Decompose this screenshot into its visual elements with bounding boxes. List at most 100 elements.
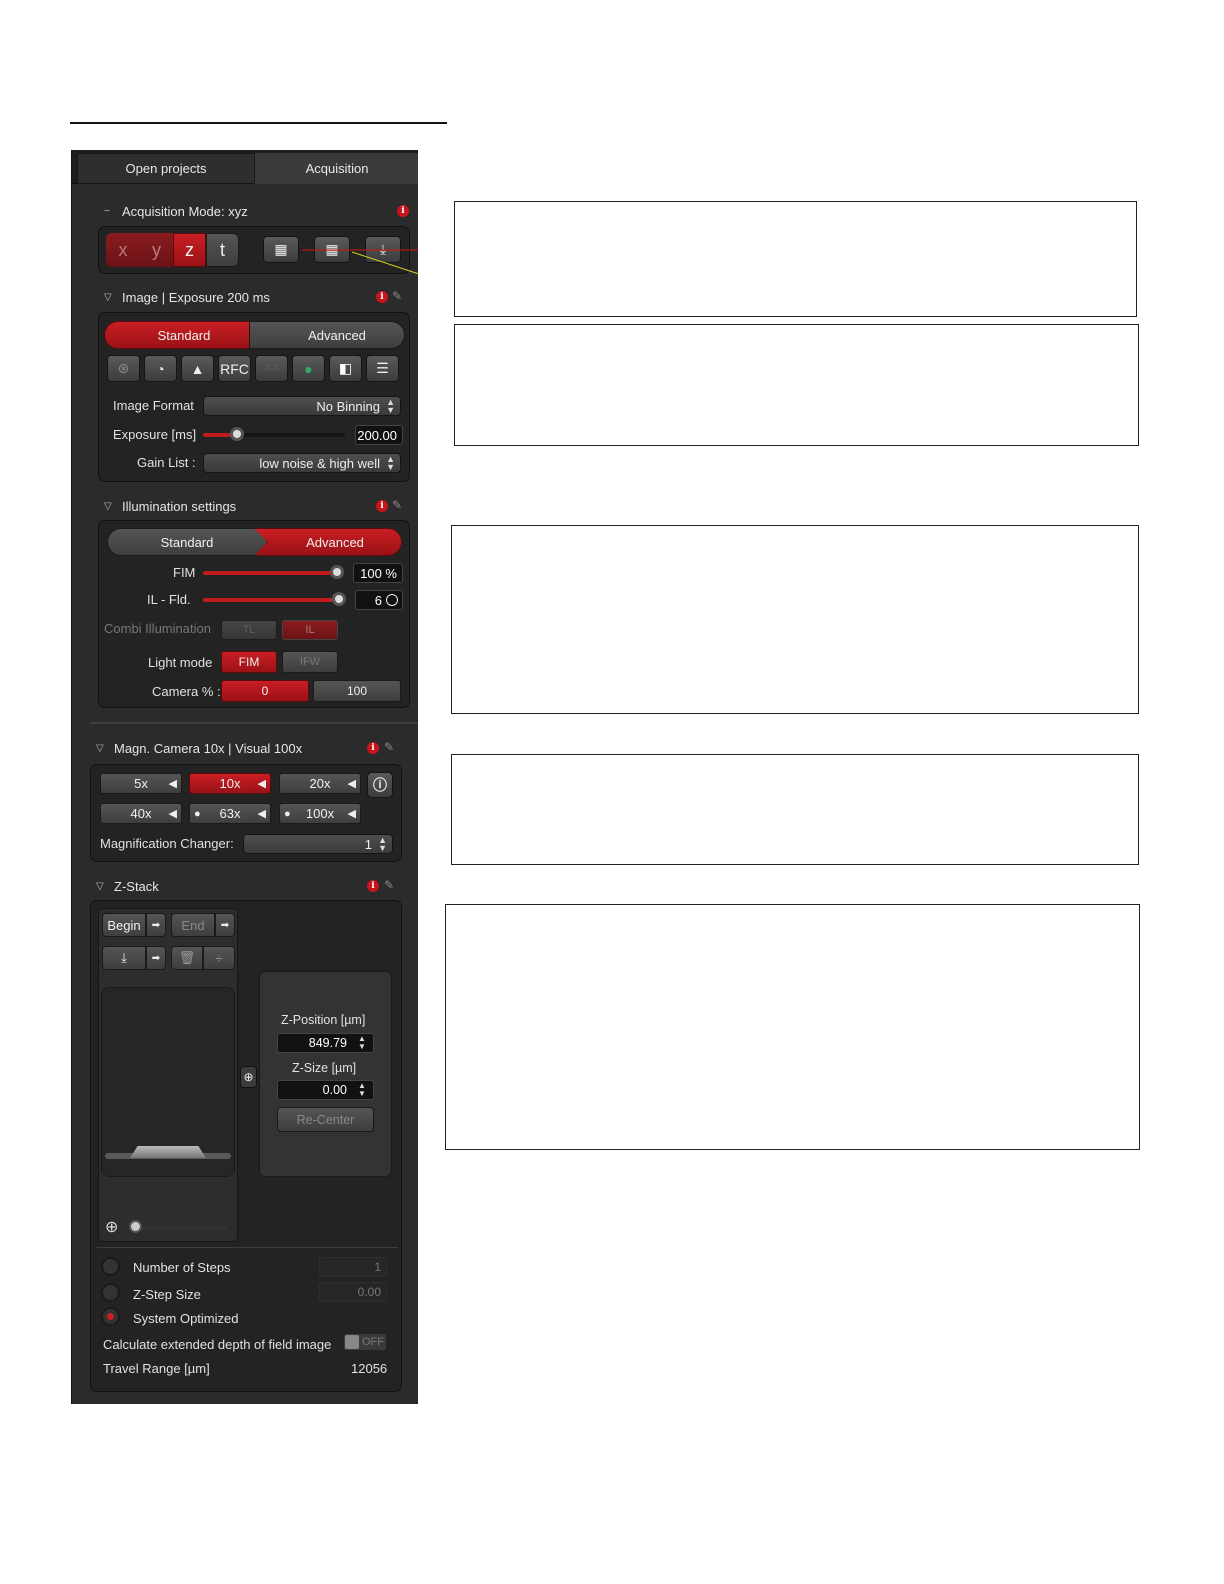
objective-20x-button[interactable]: 20x ◀ — [279, 773, 361, 794]
zstack-begin-button[interactable]: Begin — [102, 913, 146, 937]
axis-z-button[interactable]: z — [173, 233, 206, 267]
stepsize-label: Z-Step Size — [133, 1287, 201, 1302]
callout-box-illumination — [451, 525, 1139, 714]
arrow-right-icon[interactable]: ➡ — [146, 946, 166, 970]
white-balance-icon[interactable]: ◧ — [329, 355, 362, 382]
axis-t-button[interactable]: t — [206, 233, 239, 267]
axis-x-button[interactable]: x — [106, 233, 140, 267]
divider — [90, 722, 418, 724]
il-fld-label: IL - Fld. — [147, 592, 191, 607]
edf-label: Calculate extended depth of field image — [103, 1337, 332, 1352]
exposure-slider-knob[interactable] — [230, 427, 244, 441]
zoom-slider[interactable] — [131, 1226, 227, 1230]
illumination-header[interactable]: ▽ Illumination settings — [104, 495, 236, 517]
info-icon[interactable]: i — [376, 500, 388, 512]
zstack-box: Begin ➡ End ➡ ⤓ ➡ 🗑 ÷ ⊕ ⊕ Z-Position [µm… — [90, 900, 402, 1392]
expand-icon[interactable]: ⊕ — [240, 1066, 257, 1088]
rfc-button[interactable]: RFC — [218, 355, 251, 382]
fim-input[interactable]: 100 % — [353, 563, 403, 583]
pin-icon[interactable]: ✎ — [392, 289, 402, 303]
objective-63x-label: 63x — [219, 806, 241, 821]
info-circle-icon[interactable]: ⓘ — [367, 772, 393, 798]
image-mode-advanced[interactable]: Advanced — [249, 321, 405, 349]
info-icon[interactable]: i — [367, 742, 379, 754]
exposure-slider[interactable] — [203, 433, 345, 437]
info-icon[interactable]: i — [367, 880, 379, 892]
light-mode-fim-button[interactable]: FIM — [221, 651, 277, 673]
zoom-icon[interactable]: ⊕ — [105, 1217, 118, 1237]
combi-tl-button[interactable]: TL — [221, 620, 277, 640]
fim-slider-knob[interactable] — [330, 565, 344, 579]
zstack-end-button[interactable]: End — [171, 913, 215, 937]
arrow-right-icon[interactable]: ➡ — [146, 913, 166, 937]
image-format-select[interactable]: No Binning ▲ ▼ — [203, 396, 401, 416]
arrow-left-icon: ◀ — [168, 808, 177, 820]
spin-arrows-icon[interactable]: ▲ ▼ — [358, 1035, 366, 1051]
split-icon[interactable]: ÷ — [203, 946, 235, 970]
objective-63x-button[interactable]: ● 63x ◀ — [189, 803, 271, 824]
list-settings-icon[interactable]: ☰ — [366, 355, 399, 382]
tab-acquisition[interactable]: Acquisition — [255, 153, 418, 184]
objective-5x-button[interactable]: 5x ◀ — [100, 773, 182, 794]
gain-select[interactable]: low noise & high well ▲ ▼ — [203, 453, 401, 473]
dots-grid-icon[interactable]: ⁙⁙ — [255, 355, 288, 382]
zsize-value: 0.00 — [322, 1083, 347, 1097]
magnification-box: 5x ◀ 10x ◀ 20x ◀ ⓘ 40x ◀ ● 63x ◀ ● 100x ◀ Magnif… — [90, 764, 402, 862]
stepsize-input[interactable]: 0.00 — [319, 1282, 387, 1302]
magnification-header[interactable]: ▽ Magn. Camera 10x | Visual 100x — [96, 737, 302, 759]
camera-0-button[interactable]: 0 — [221, 680, 309, 702]
info-icon[interactable]: i — [376, 291, 388, 303]
magnification-changer-select[interactable]: 1 ▲ ▼ — [243, 834, 393, 854]
arrow-right-icon[interactable]: ➡ — [215, 913, 235, 937]
image-mode-advanced-label: Advanced — [308, 327, 366, 343]
gain-value: low noise & high well — [259, 455, 380, 471]
image-mode-standard[interactable]: Standard — [104, 321, 264, 349]
steps-input[interactable]: 1 — [319, 1257, 387, 1277]
set-position-icon[interactable]: ⤓ — [102, 946, 146, 970]
exposure-input[interactable]: 200.00 — [355, 425, 403, 445]
pin-icon[interactable]: ✎ — [384, 740, 394, 754]
image-header[interactable]: ▽ Image | Exposure 200 ms — [104, 286, 270, 308]
recenter-button[interactable]: Re-Center — [277, 1107, 374, 1132]
steps-radio[interactable] — [101, 1257, 120, 1276]
spin-arrows-icon[interactable]: ▲ ▼ — [358, 1082, 366, 1098]
trash-icon[interactable]: 🗑 — [171, 946, 203, 970]
il-fld-slider-knob[interactable] — [332, 592, 346, 606]
zoom-slider-knob[interactable] — [129, 1220, 142, 1233]
objective-40x-button[interactable]: 40x ◀ — [100, 803, 182, 824]
collapse-icon: − — [104, 205, 110, 217]
illumination-box: Standard Advanced FIM 100 % IL - Fld. 6 … — [98, 520, 410, 708]
tab-open-projects[interactable]: Open projects — [77, 153, 255, 184]
gain-label: Gain List : — [137, 455, 196, 470]
color-icon[interactable]: ● — [292, 355, 325, 382]
magnification-changer-label: Magnification Changer: — [100, 836, 234, 851]
stepsize-radio[interactable] — [101, 1283, 120, 1302]
camera-100-button[interactable]: 100 — [313, 680, 401, 702]
pin-icon[interactable]: ✎ — [392, 498, 402, 512]
sample-icon — [130, 1146, 206, 1158]
system-optimized-radio[interactable] — [101, 1307, 120, 1326]
axis-y-button[interactable]: y — [140, 233, 173, 267]
illum-mode-standard[interactable]: Standard — [107, 528, 267, 556]
pin-icon[interactable]: ✎ — [384, 878, 394, 892]
zstack-header[interactable]: ▽ Z-Stack — [96, 875, 159, 897]
fim-slider[interactable] — [203, 571, 337, 575]
combi-il-button[interactable]: IL — [282, 620, 338, 640]
light-mode-ifw-button[interactable]: IFW — [282, 651, 338, 673]
auto-exposure-icon[interactable]: ◔ — [144, 355, 177, 382]
aperture-icon[interactable]: ⊛ — [107, 355, 140, 382]
edf-toggle[interactable]: OFF — [343, 1333, 387, 1351]
illum-mode-advanced[interactable]: Advanced — [254, 528, 402, 556]
steps-label: Number of Steps — [133, 1260, 231, 1275]
objective-10x-button[interactable]: 10x ◀ — [189, 773, 271, 794]
travel-range-label: Travel Range [µm] — [103, 1361, 210, 1376]
exposure-label: Exposure [ms] — [113, 427, 197, 442]
tab-bar: Open projects Acquisition — [72, 150, 418, 184]
info-icon[interactable]: i — [397, 205, 409, 217]
histogram-icon[interactable]: ▲ — [181, 355, 214, 382]
zsize-label: Z-Size [µm] — [292, 1061, 357, 1075]
illum-mode-advanced-label: Advanced — [306, 534, 364, 550]
objective-100x-button[interactable]: ● 100x ◀ — [279, 803, 361, 824]
il-fld-slider[interactable] — [203, 598, 339, 602]
acq-mode-header[interactable]: − Acquisition Mode: xyz — [104, 200, 248, 222]
